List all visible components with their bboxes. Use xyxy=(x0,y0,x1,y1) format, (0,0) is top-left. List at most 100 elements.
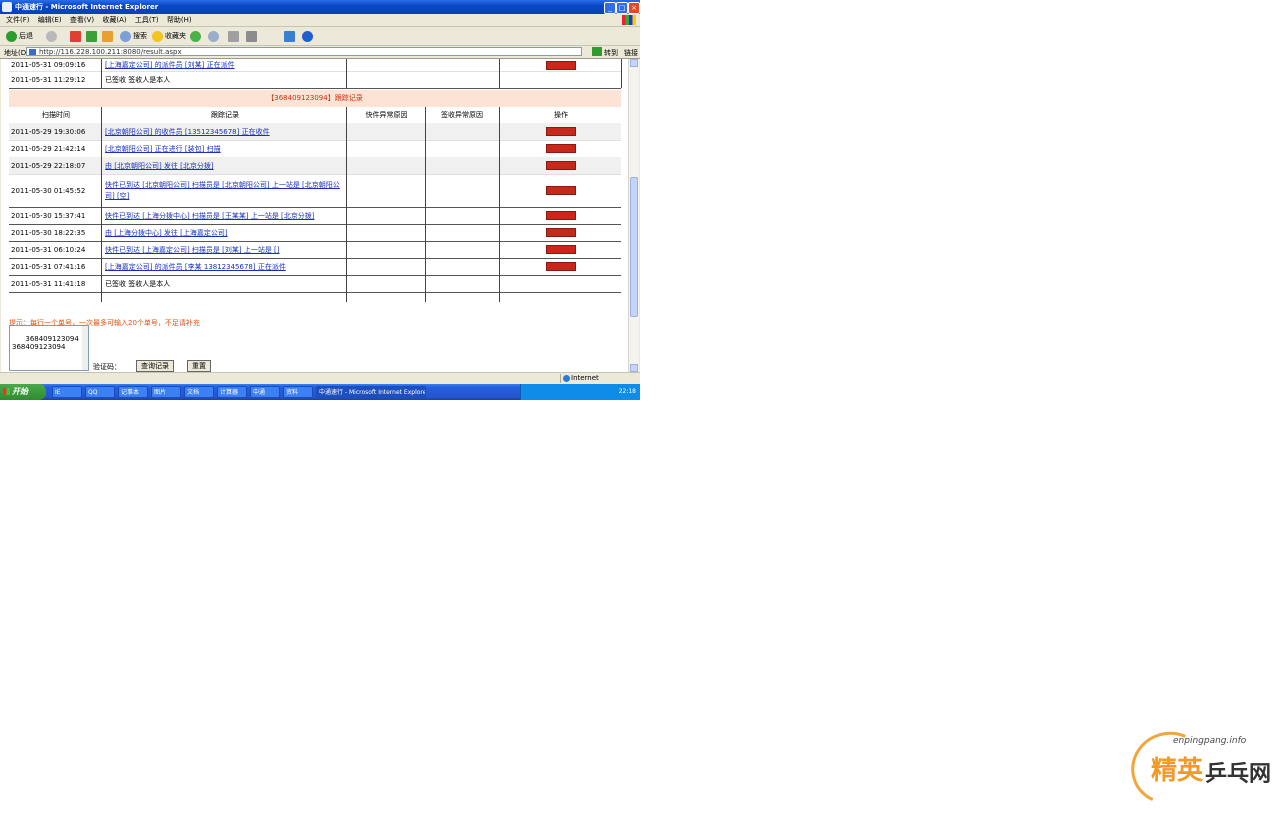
view-button[interactable] xyxy=(546,186,576,195)
action-cell xyxy=(501,258,621,275)
taskbar-button[interactable]: 计算器 xyxy=(217,386,247,398)
history-icon xyxy=(190,30,201,42)
search-label: 搜索 xyxy=(133,32,147,40)
track-link[interactable]: 由 [北京朝阳公司] 发往 [北京分拨] xyxy=(105,161,214,171)
research-icon xyxy=(284,30,295,42)
reset-button[interactable]: 重置 xyxy=(187,360,211,372)
scan-time: 2011-05-29 22:18:07 xyxy=(11,161,86,170)
action-cell xyxy=(501,224,621,241)
column-divider xyxy=(346,59,347,88)
scroll-up-icon[interactable] xyxy=(630,59,638,67)
track-link[interactable]: 快件已到达 [北京朝阳公司] 扫描员是 [北京朝阳公司] 上一站是 [北京朝阳公… xyxy=(105,180,345,202)
track-link[interactable]: [上海嘉定公司] 的派件员 [李某 13812345678] 正在派件 xyxy=(105,262,286,272)
textarea-value: 368409123094 368409123094 xyxy=(12,335,79,351)
clock: 22:18 xyxy=(618,388,636,395)
track-link[interactable]: [上海嘉定公司] 的派件员 [刘某] 正在派件 xyxy=(105,60,235,70)
go-button[interactable]: 转到 xyxy=(604,48,618,58)
column-divider xyxy=(621,59,622,88)
track-link[interactable]: 快件已到达 [上海分拨中心] 扫描员是 [王某某] 上一站是 [北京分拨] xyxy=(105,211,315,221)
textarea-scrollbar[interactable] xyxy=(82,326,88,370)
scan-time: 2011-05-30 01:45:52 xyxy=(11,186,86,195)
taskbar-button[interactable]: 文档 xyxy=(184,386,214,398)
column-divider xyxy=(425,107,426,302)
track-text: [上海嘉定公司] 的派件员 [刘某] 正在派件 xyxy=(105,59,345,71)
address-url: http://116.228.100.211:8080/result.aspx xyxy=(39,48,182,56)
favorites-button[interactable]: 收藏夹 xyxy=(152,29,186,43)
close-button[interactable]: × xyxy=(628,2,640,14)
history-button[interactable] xyxy=(190,29,203,43)
menu-view[interactable]: 查看(V) xyxy=(70,14,94,26)
menu-help[interactable]: 帮助(H) xyxy=(167,14,192,26)
links-button[interactable]: 链接 xyxy=(624,48,638,58)
menu-favorites[interactable]: 收藏(A) xyxy=(102,14,126,26)
back-button[interactable]: 后退 xyxy=(6,29,33,43)
view-button[interactable] xyxy=(546,161,576,170)
track-text: 已签收 签收人是本人 xyxy=(105,75,171,84)
track-link[interactable]: [北京朝阳公司] 的收件员 [13512345678] 正在收件 xyxy=(105,127,270,137)
menu-edit[interactable]: 编辑(E) xyxy=(38,14,62,26)
track-link[interactable]: [北京朝阳公司] 正在进行 [装包] 扫描 xyxy=(105,144,221,154)
minimize-button[interactable]: _ xyxy=(604,2,616,14)
forward-button[interactable] xyxy=(46,29,59,43)
address-input[interactable]: http://116.228.100.211:8080/result.aspx xyxy=(26,47,582,56)
view-button[interactable] xyxy=(546,262,576,271)
page-content: 2011-05-31 09:09:16 [上海嘉定公司] 的派件员 [刘某] 正… xyxy=(1,59,628,372)
address-bar: 地址(D) http://116.228.100.211:8080/result… xyxy=(0,46,640,59)
bluetooth-icon xyxy=(302,30,313,42)
view-button[interactable] xyxy=(546,127,576,136)
mail-icon xyxy=(208,30,219,42)
header-scan-time: 扫描时间 xyxy=(42,111,70,119)
action-cell xyxy=(501,123,621,140)
edit-icon xyxy=(246,30,257,42)
column-divider xyxy=(499,107,500,302)
home-button[interactable] xyxy=(102,29,115,43)
start-button[interactable]: 开始 xyxy=(0,384,46,400)
track-link[interactable]: 由 [上海分拨中心] 发往 [上海嘉定公司] xyxy=(105,228,228,238)
go-arrow-icon[interactable] xyxy=(592,47,602,56)
menu-tools[interactable]: 工具(T) xyxy=(135,14,159,26)
ie-icon xyxy=(2,2,12,12)
view-button[interactable] xyxy=(546,144,576,153)
track-link[interactable]: 快件已到达 [上海嘉定公司] 扫描员是 [刘某] 上一站是 [] xyxy=(105,245,280,255)
view-button[interactable] xyxy=(546,60,576,70)
edit-button[interactable] xyxy=(246,29,259,43)
scroll-down-icon[interactable] xyxy=(630,364,638,372)
view-button[interactable] xyxy=(546,228,576,237)
scroll-thumb[interactable] xyxy=(630,177,638,317)
view-button[interactable] xyxy=(546,245,576,254)
taskbar-button[interactable]: 资料 xyxy=(283,386,313,398)
taskbar-button[interactable]: IE xyxy=(52,386,82,398)
search-button[interactable]: 搜索 xyxy=(120,29,147,43)
research-button[interactable] xyxy=(284,29,297,43)
taskbar-button[interactable]: QQ xyxy=(85,386,115,398)
scan-time: 2011-05-31 11:29:12 xyxy=(11,75,86,84)
menu-file[interactable]: 文件(F) xyxy=(6,14,30,26)
taskbar-button[interactable]: 中通 xyxy=(250,386,280,398)
window-title: 中通速行 - Microsoft Internet Explorer xyxy=(15,3,159,11)
submit-button[interactable]: 查询记录 xyxy=(136,360,174,372)
page-icon xyxy=(29,49,36,55)
menu-bar: 文件(F) 编辑(E) 查看(V) 收藏(A) 工具(T) 帮助(H) xyxy=(0,14,640,27)
taskbar-button[interactable]: 图片 xyxy=(151,386,181,398)
action-cell xyxy=(501,241,621,258)
taskbar-active-window[interactable]: 中通速行 - Microsoft Internet Explorer xyxy=(316,386,426,398)
print-button[interactable] xyxy=(228,29,241,43)
taskbar: 开始 IE QQ 记事本 图片 文档 计算器 中通 资料 中通速行 - Micr… xyxy=(0,384,640,400)
search-icon xyxy=(120,30,131,42)
maximize-button[interactable]: □ xyxy=(616,2,628,14)
track-text: 已签收 签收人是本人 xyxy=(105,279,171,288)
view-button[interactable] xyxy=(546,211,576,220)
tracking-number-textarea[interactable]: 368409123094 368409123094 xyxy=(9,325,89,371)
column-divider xyxy=(346,107,347,302)
refresh-button[interactable] xyxy=(86,29,99,43)
bluetooth-button[interactable] xyxy=(302,29,315,43)
mail-button[interactable] xyxy=(208,29,221,43)
taskbar-button[interactable]: 记事本 xyxy=(118,386,148,398)
stop-button[interactable] xyxy=(70,29,83,43)
track-text: 快件已到达 [上海分拨中心] 扫描员是 [王某某] 上一站是 [北京分拨] xyxy=(105,207,345,224)
windows-logo-icon xyxy=(3,388,10,395)
vertical-scrollbar[interactable] xyxy=(628,59,639,372)
watermark-url: enpingpang.info xyxy=(1173,736,1247,746)
zone-label: Internet xyxy=(571,374,599,382)
task-list: IE QQ 记事本 图片 文档 计算器 中通 资料 中通速行 - Microso… xyxy=(52,386,429,398)
